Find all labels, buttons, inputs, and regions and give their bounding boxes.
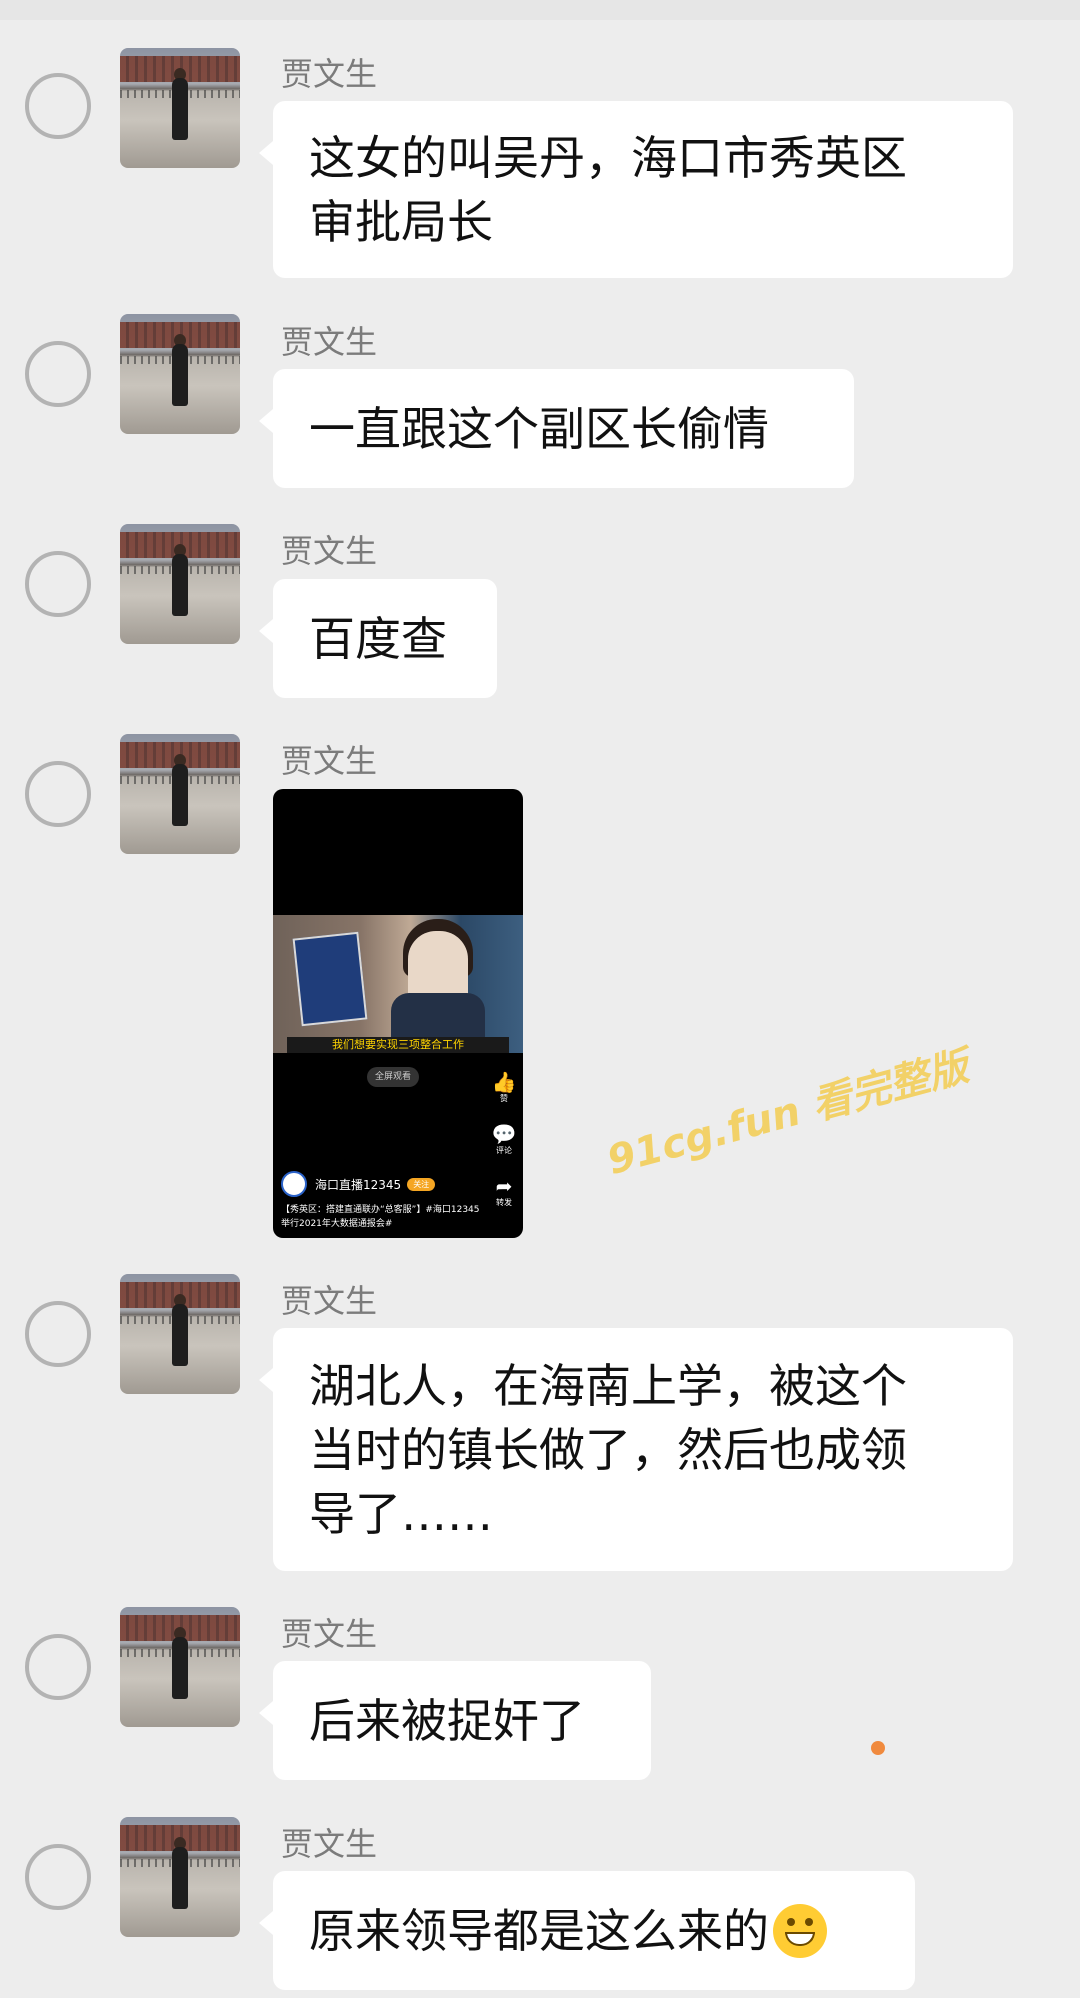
comment-button[interactable]: 💬 评论: [491, 1123, 517, 1156]
channel-name: 海口直播12345: [315, 1177, 402, 1192]
grinning-face-emoji-icon: [773, 1903, 827, 1958]
sender-name: 贾文生: [281, 323, 378, 361]
message-text: 百度查: [309, 611, 447, 666]
message-text-line: 这女的叫吴丹，海口市秀英区: [309, 130, 907, 185]
avatar[interactable]: [120, 314, 240, 434]
video-message[interactable]: 我们想要实现三项整合工作 全屏观看 👍 赞 💬 评论 ➦ 转发 海口直播1234…: [273, 789, 523, 1238]
message-bubble[interactable]: 原来领导都是这么来的: [259, 1871, 915, 1990]
sender-name: 贾文生: [281, 55, 378, 93]
fullscreen-button[interactable]: 全屏观看: [367, 1067, 420, 1087]
select-radio[interactable]: [25, 1844, 91, 1910]
video-description: 【秀英区：搭建直通联办“总客服”】#海口12345举行2021年大数据通报会#: [281, 1205, 480, 1229]
like-button[interactable]: 👍 赞: [491, 1071, 517, 1104]
avatar[interactable]: [120, 1607, 240, 1727]
avatar[interactable]: [120, 48, 240, 168]
video-channel[interactable]: 海口直播12345 关注: [281, 1171, 436, 1197]
avatar[interactable]: [120, 524, 240, 644]
notification-dot: [871, 1741, 885, 1755]
message-text: 原来领导都是这么来的: [309, 1903, 769, 1958]
comment-icon: 💬: [491, 1122, 517, 1146]
message-text: 后来被捉奸了: [309, 1693, 585, 1748]
message-bubble[interactable]: 这女的叫吴丹，海口市秀英区 审批局长: [259, 101, 1013, 278]
select-radio[interactable]: [25, 1301, 91, 1367]
sender-name: 贾文生: [281, 1825, 378, 1863]
avatar[interactable]: [120, 1817, 240, 1937]
share-button[interactable]: ➦ 转发: [491, 1175, 517, 1208]
select-radio[interactable]: [25, 1634, 91, 1700]
select-radio[interactable]: [25, 73, 91, 139]
message-text-line: 审批局长: [309, 194, 493, 249]
watermark: 91cg.fun 看完整版: [602, 1043, 974, 1185]
select-radio[interactable]: [25, 341, 91, 407]
sender-name: 贾文生: [281, 532, 378, 570]
message-bubble[interactable]: 百度查: [259, 579, 497, 698]
sender-name: 贾文生: [281, 1615, 378, 1653]
sender-name: 贾文生: [281, 742, 378, 780]
sender-name: 贾文生: [281, 1282, 378, 1320]
select-radio[interactable]: [25, 551, 91, 617]
message-bubble[interactable]: 湖北人，在海南上学，被这个 当时的镇长做了，然后也成领 导了……: [259, 1328, 1013, 1571]
message-bubble[interactable]: 后来被捉奸了: [259, 1661, 651, 1780]
avatar[interactable]: [120, 1274, 240, 1394]
message-bubble[interactable]: 一直跟这个副区长偷情: [259, 369, 854, 488]
channel-logo-icon: [281, 1171, 307, 1197]
follow-badge[interactable]: 关注: [407, 1177, 436, 1191]
message-text-line: 导了……: [309, 1486, 493, 1541]
thumbs-up-icon: 👍: [491, 1070, 517, 1094]
message-text: 一直跟这个副区长偷情: [309, 401, 769, 456]
avatar[interactable]: [120, 734, 240, 854]
top-divider: [0, 0, 1080, 20]
video-thumbnail: 我们想要实现三项整合工作: [273, 915, 523, 1053]
message-text-line: 当时的镇长做了，然后也成领: [309, 1422, 907, 1477]
video-caption: 我们想要实现三项整合工作: [287, 1037, 509, 1053]
select-radio[interactable]: [25, 761, 91, 827]
message-text-line: 湖北人，在海南上学，被这个: [309, 1358, 907, 1413]
share-arrow-icon: ➦: [495, 1174, 513, 1198]
